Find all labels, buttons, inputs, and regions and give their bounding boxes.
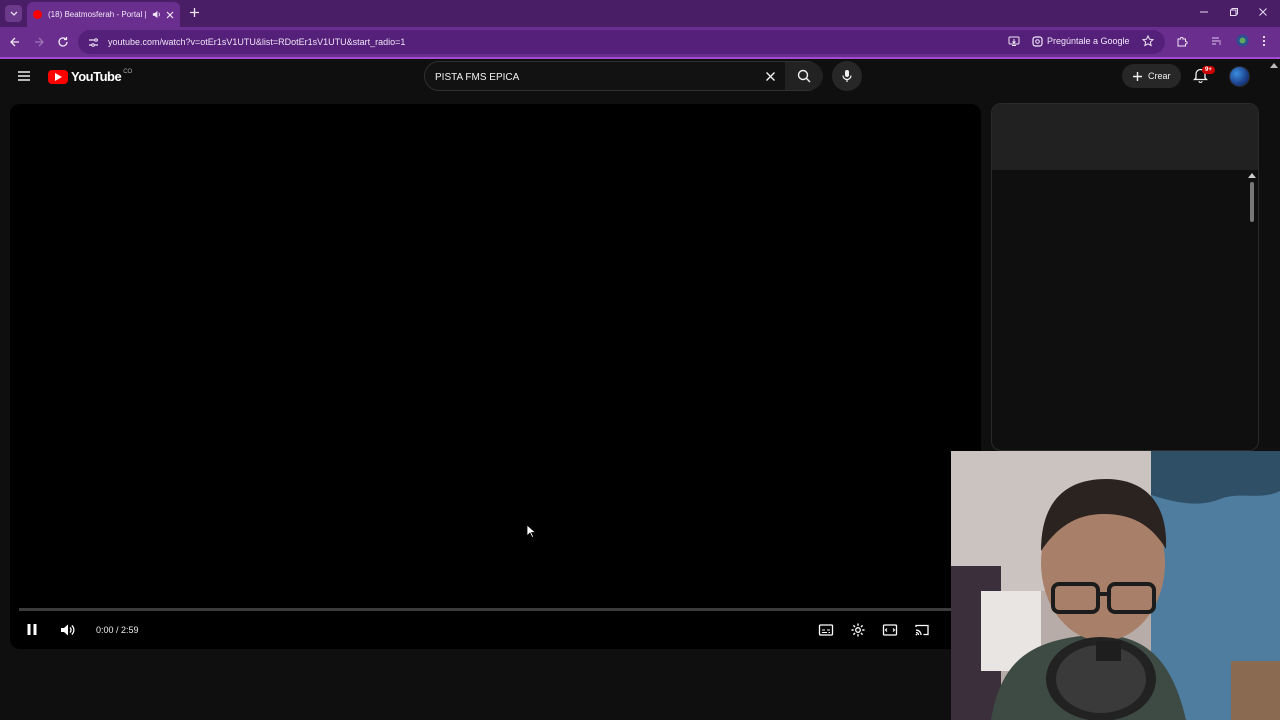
close-icon [766, 72, 775, 81]
install-app-button[interactable] [1008, 35, 1020, 47]
media-controls-button[interactable] [1211, 35, 1223, 47]
progress-bar[interactable] [19, 608, 951, 611]
triangle-up-icon [1270, 63, 1278, 68]
close-icon [1259, 8, 1267, 16]
more-vertical-icon [1262, 35, 1266, 47]
star-icon [1142, 35, 1154, 47]
chevron-down-icon [10, 11, 17, 16]
country-code: CO [123, 68, 133, 75]
mute-button[interactable] [59, 622, 75, 638]
create-label: Crear [1148, 71, 1171, 81]
plus-icon [190, 8, 199, 17]
player-controls: 0:00 / 2:59 [10, 616, 981, 646]
minimize-window-button[interactable] [1199, 7, 1209, 17]
install-app-icon [1008, 36, 1020, 46]
settings-button[interactable] [850, 622, 866, 638]
create-button[interactable]: Crear [1122, 64, 1181, 88]
reload-button[interactable] [57, 36, 69, 48]
ask-google-button[interactable]: Pregúntale a Google [1032, 32, 1130, 50]
browser-tab-strip: (18) Beatmosferah - Portal | [0, 0, 1280, 27]
close-window-button[interactable] [1258, 7, 1268, 17]
plus-icon [1133, 71, 1142, 81]
reload-icon [58, 37, 68, 47]
new-tab-button[interactable] [188, 6, 201, 19]
playlist-icon [1212, 37, 1221, 45]
search-box[interactable] [424, 61, 823, 91]
youtube-header: YouTube CO Crear 9+ [0, 59, 1268, 95]
tab-search-button[interactable] [5, 5, 22, 22]
search-icon [797, 69, 811, 83]
profile-icon [1236, 34, 1249, 47]
back-button[interactable] [9, 36, 21, 48]
arrow-left-icon [10, 37, 19, 47]
search-input[interactable] [435, 69, 755, 85]
subtitles-icon [818, 624, 834, 636]
forward-button[interactable] [33, 36, 45, 48]
extensions-button[interactable] [1176, 35, 1188, 47]
notifications-badge: 9+ [1202, 66, 1215, 74]
restore-icon [1230, 8, 1238, 16]
arrow-right-icon [35, 37, 44, 47]
playlist-scrollbar[interactable] [1248, 172, 1256, 452]
close-tab-icon[interactable] [166, 11, 174, 19]
pause-icon [27, 624, 37, 635]
playlist-panel-header [992, 104, 1258, 170]
youtube-logo-text: YouTube [71, 69, 122, 84]
search-button[interactable] [785, 62, 823, 90]
site-info-icon[interactable] [88, 37, 99, 48]
voice-search-button[interactable] [832, 61, 862, 91]
puzzle-icon [1177, 36, 1188, 47]
url-text: youtube.com/watch?v=otEr1sV1UTU&list=RDo… [108, 37, 406, 47]
minimize-icon [1200, 11, 1208, 13]
webcam-overlay [951, 451, 1280, 720]
theater-mode-button[interactable] [882, 622, 898, 638]
browser-toolbar: youtube.com/watch?v=otEr1sV1UTU&list=RDo… [0, 27, 1280, 58]
guide-menu-button[interactable] [17, 70, 31, 82]
cast-icon [915, 624, 929, 636]
webcam-person-image [951, 451, 1280, 720]
clear-search-button[interactable] [765, 71, 776, 82]
playlist-panel [991, 103, 1259, 451]
time-display: 0:00 / 2:59 [96, 625, 139, 635]
scrollbar-thumb[interactable] [1250, 182, 1254, 222]
address-bar[interactable]: youtube.com/watch?v=otEr1sV1UTU&list=RDo… [78, 30, 1165, 54]
triangle-up-icon [1248, 173, 1256, 178]
restore-window-button[interactable] [1229, 7, 1239, 17]
hamburger-menu-icon [18, 71, 30, 81]
video-player[interactable]: 0:00 / 2:59 [10, 104, 981, 649]
microphone-icon [842, 70, 852, 82]
bookmark-button[interactable] [1142, 35, 1154, 47]
account-avatar[interactable] [1229, 66, 1250, 87]
profile-button[interactable] [1236, 34, 1249, 47]
subtitles-button[interactable] [818, 622, 834, 638]
ask-google-label: Pregúntale a Google [1047, 36, 1130, 46]
youtube-favicon-icon [33, 10, 42, 19]
browser-tab-active[interactable]: (18) Beatmosferah - Portal | [27, 2, 180, 27]
tab-title: (18) Beatmosferah - Portal | [48, 10, 147, 19]
audio-playing-icon[interactable] [152, 10, 161, 19]
google-lens-icon [1032, 35, 1043, 47]
youtube-play-logo-icon [48, 69, 68, 84]
mouse-cursor-icon [526, 524, 536, 538]
gear-icon [851, 623, 865, 637]
page-scroll-up-arrow[interactable] [1270, 62, 1278, 68]
browser-menu-button[interactable] [1262, 35, 1266, 47]
pause-button[interactable] [26, 623, 38, 636]
theater-mode-icon [882, 624, 898, 636]
volume-icon [61, 624, 75, 636]
cast-button[interactable] [914, 622, 930, 638]
youtube-logo[interactable]: YouTube CO [48, 69, 132, 84]
